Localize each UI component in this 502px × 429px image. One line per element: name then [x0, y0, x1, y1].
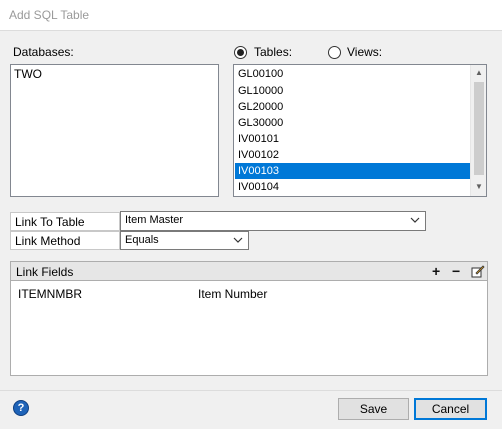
databases-label: Databases:: [13, 45, 74, 59]
database-item-two[interactable]: TWO: [14, 67, 42, 81]
table-item-iv00104[interactable]: IV00104: [235, 179, 474, 195]
tables-radio-label[interactable]: Tables:: [254, 45, 292, 59]
link-method-dropdown[interactable]: Equals: [120, 231, 249, 250]
link-method-label-box: Link Method: [10, 231, 120, 250]
link-method-value: Equals: [125, 234, 159, 246]
table-item-gl20000[interactable]: GL20000: [235, 99, 474, 115]
remove-icon[interactable]: −: [452, 264, 460, 278]
table-item-gl10000[interactable]: GL10000: [235, 83, 474, 99]
scroll-thumb[interactable]: [474, 82, 484, 175]
views-radio[interactable]: [328, 46, 341, 59]
radio-selected-dot: [237, 49, 244, 56]
scroll-down-arrow-icon[interactable]: ▼: [471, 179, 486, 195]
link-fields-header: Link Fields + −: [10, 261, 488, 281]
views-radio-label[interactable]: Views:: [347, 45, 382, 59]
table-item-gl30000[interactable]: GL30000: [235, 115, 474, 131]
footer-divider: [0, 390, 502, 391]
scroll-up-arrow-icon[interactable]: ▲: [471, 65, 486, 81]
link-to-table-value: Item Master: [125, 214, 184, 226]
link-to-table-label-box: Link To Table: [10, 212, 120, 231]
table-item-gl00100[interactable]: GL00100: [235, 66, 474, 82]
link-to-table-dropdown[interactable]: Item Master: [120, 211, 426, 231]
table-item-iv00101[interactable]: IV00101: [235, 131, 474, 147]
tables-scrollbar[interactable]: ▲ ▼: [470, 65, 486, 196]
cancel-button[interactable]: Cancel: [414, 398, 487, 420]
save-button[interactable]: Save: [338, 398, 409, 420]
tables-list[interactable]: GL00100 GL10000 GL20000 GL30000 IV00101 …: [233, 64, 487, 197]
tables-radio[interactable]: [234, 46, 247, 59]
edit-icon[interactable]: [471, 264, 485, 278]
add-icon[interactable]: +: [432, 264, 440, 278]
link-fields-list[interactable]: ITEMNMBR Item Number: [10, 281, 488, 376]
link-fields-title: Link Fields: [16, 265, 74, 279]
table-item-iv00102[interactable]: IV00102: [235, 147, 474, 163]
link-method-label: Link Method: [15, 234, 81, 248]
window-title: Add SQL Table: [9, 8, 90, 22]
databases-list[interactable]: TWO: [10, 64, 219, 197]
link-field-description: Item Number: [198, 287, 268, 301]
table-item-iv00103[interactable]: IV00103: [235, 163, 474, 179]
chevron-down-icon: [410, 217, 420, 223]
link-to-table-label: Link To Table: [15, 215, 85, 229]
help-icon[interactable]: ?: [13, 400, 29, 416]
link-field-name: ITEMNMBR: [18, 287, 82, 301]
chevron-down-icon: [233, 237, 243, 243]
table-row[interactable]: ITEMNMBR Item Number: [11, 285, 487, 303]
